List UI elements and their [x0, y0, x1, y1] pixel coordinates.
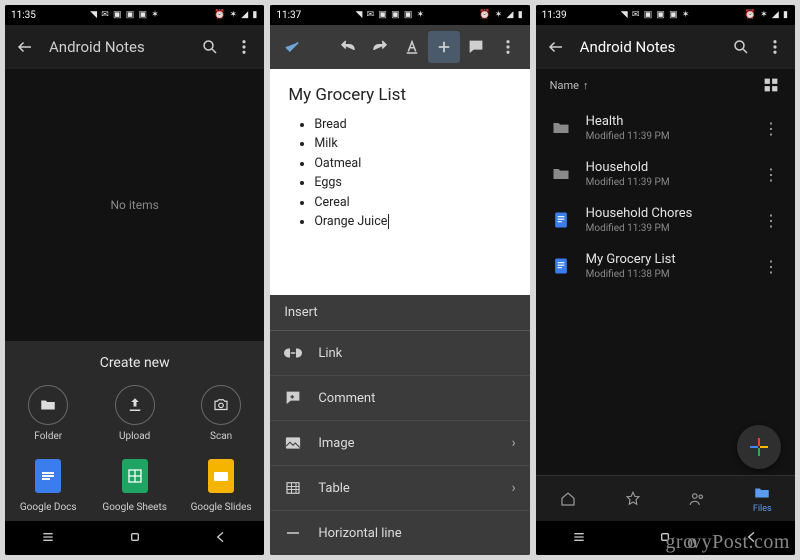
row-more-icon[interactable]: ⋮ [761, 211, 781, 230]
status-icons-left: ◥ ✉ ▣ ▣ ▣ ✶ [90, 10, 160, 20]
table-icon [284, 478, 302, 498]
row-more-icon[interactable]: ⋮ [761, 119, 781, 138]
fab-new[interactable] [737, 425, 781, 469]
file-row[interactable]: HouseholdModified 11:39 PM ⋮ [536, 151, 795, 197]
search-icon[interactable] [200, 37, 220, 57]
doc-icon [550, 255, 572, 277]
sheet-title: Create new [5, 355, 264, 371]
nav-home[interactable] [559, 490, 577, 508]
file-row[interactable]: HealthModified 11:39 PM ⋮ [536, 105, 795, 151]
insert-panel: Insert Link Comment Image › Table › [270, 295, 529, 555]
app-title: Android Notes [580, 38, 717, 56]
empty-text: No items [111, 198, 159, 212]
list-item: Eggs [314, 173, 511, 192]
nav-shared[interactable] [688, 490, 706, 508]
insert-table[interactable]: Table › [270, 466, 529, 511]
status-time: 11:35 [11, 10, 36, 21]
status-icons-left: ◥ ✉ ▣ ▣ ▣ ✶ [621, 10, 691, 20]
create-sheets[interactable]: Google Sheets [91, 456, 177, 513]
screen-drive-empty: 11:35 ◥ ✉ ▣ ▣ ▣ ✶ ⏰ ✶ ◢ ▮ Android Notes … [5, 5, 264, 555]
file-row[interactable]: Household ChoresModified 11:39 PM ⋮ [536, 197, 795, 243]
list-item: Cereal [314, 193, 511, 212]
watermark: groovyPost.com [665, 531, 790, 554]
recents-button[interactable] [571, 529, 587, 548]
bullet-list: Bread Milk Oatmeal Eggs Cereal Orange Ju… [314, 115, 511, 231]
redo-icon[interactable] [364, 31, 396, 63]
insert-hr[interactable]: Horizontal line [270, 511, 529, 555]
status-bar: 11:37 ◥ ✉ ▣ ▣ ▣ ✶ ⏰ ✶ ◢ ▮ [270, 5, 529, 25]
nav-files[interactable]: Files [753, 484, 772, 514]
screen-editor: 11:37 ◥ ✉ ▣ ▣ ▣ ✶ ⏰ ✶ ◢ ▮ My Grocery Lis… [270, 5, 529, 555]
chevron-right-icon: › [511, 435, 515, 451]
insert-header: Insert [270, 295, 529, 331]
search-icon[interactable] [731, 37, 751, 57]
status-bar: 11:39 ◥ ✉ ▣ ▣ ▣ ✶ ⏰ ✶ ◢ ▮ [536, 5, 795, 25]
back-icon[interactable] [15, 37, 35, 57]
status-icons-left: ◥ ✉ ▣ ▣ ▣ ✶ [355, 10, 425, 20]
nav-starred[interactable] [624, 490, 642, 508]
create-new-sheet: Create new Folder Upload Scan Google Doc… [5, 341, 264, 521]
recents-button[interactable] [40, 529, 56, 548]
list-item: Bread [314, 115, 511, 134]
sort-row[interactable]: Name ↑ [536, 69, 795, 101]
android-nav-bar [5, 521, 264, 555]
status-icons-right: ⏰ ✶ ◢ ▮ [745, 10, 789, 20]
nav-back-button[interactable] [213, 529, 229, 548]
create-upload[interactable]: Upload [91, 385, 177, 442]
folder-icon [550, 163, 572, 185]
create-slides[interactable]: Google Slides [178, 456, 264, 513]
insert-comment[interactable]: Comment [270, 376, 529, 421]
file-list: HealthModified 11:39 PM ⋮ HouseholdModif… [536, 101, 795, 475]
list-item: Oatmeal [314, 154, 511, 173]
home-button[interactable] [127, 529, 143, 548]
chevron-right-icon: › [511, 480, 515, 496]
editor-toolbar [270, 25, 529, 69]
text-format-icon[interactable] [396, 31, 428, 63]
document-body[interactable]: My Grocery List Bread Milk Oatmeal Eggs … [270, 69, 529, 295]
comment-mode-icon[interactable] [460, 31, 492, 63]
document-title: My Grocery List [288, 85, 511, 105]
folder-icon [550, 117, 572, 139]
app-title: Android Notes [49, 38, 186, 56]
insert-link[interactable]: Link [270, 331, 529, 376]
link-icon [284, 343, 302, 363]
create-scan[interactable]: Scan [178, 385, 264, 442]
list-item: Milk [314, 134, 511, 153]
row-more-icon[interactable]: ⋮ [761, 257, 781, 276]
insert-icon[interactable] [428, 31, 460, 63]
status-icons-right: ⏰ ✶ ◢ ▮ [479, 10, 523, 20]
create-folder[interactable]: Folder [5, 385, 91, 442]
status-icons-right: ⏰ ✶ ◢ ▮ [214, 10, 258, 20]
doc-icon [550, 209, 572, 231]
sort-label: Name [550, 79, 579, 92]
insert-image[interactable]: Image › [270, 421, 529, 466]
image-icon [284, 433, 302, 453]
more-icon[interactable] [234, 37, 254, 57]
bottom-nav: Files [536, 475, 795, 521]
status-time: 11:37 [276, 10, 301, 21]
comment-icon [284, 388, 302, 408]
screen-file-list: 11:39 ◥ ✉ ▣ ▣ ▣ ✶ ⏰ ✶ ◢ ▮ Android Notes … [536, 5, 795, 555]
row-more-icon[interactable]: ⋮ [761, 165, 781, 184]
hr-icon [284, 523, 302, 543]
more-icon[interactable] [765, 37, 785, 57]
back-icon[interactable] [546, 37, 566, 57]
file-row[interactable]: My Grocery ListModified 11:38 PM ⋮ [536, 243, 795, 289]
grid-view-icon[interactable] [761, 75, 781, 95]
undo-icon[interactable] [332, 31, 364, 63]
done-icon[interactable] [276, 31, 308, 63]
status-bar: 11:35 ◥ ✉ ▣ ▣ ▣ ✶ ⏰ ✶ ◢ ▮ [5, 5, 264, 25]
empty-state: No items [5, 69, 264, 341]
list-item: Orange Juice [314, 212, 511, 231]
app-bar: Android Notes [5, 25, 264, 69]
more-icon[interactable] [492, 31, 524, 63]
create-docs[interactable]: Google Docs [5, 456, 91, 513]
status-time: 11:39 [542, 10, 567, 21]
app-bar: Android Notes [536, 25, 795, 69]
sort-arrow-icon: ↑ [583, 79, 589, 92]
